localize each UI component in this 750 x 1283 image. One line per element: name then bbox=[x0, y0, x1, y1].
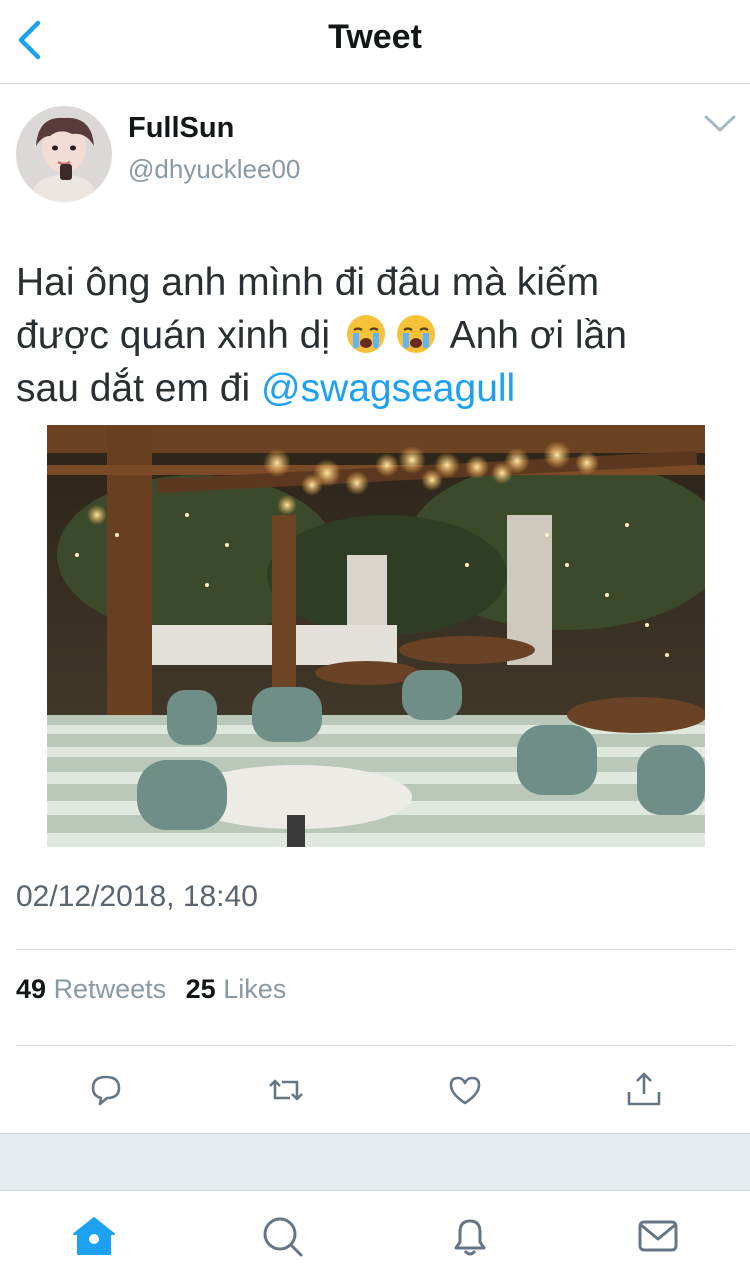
tweet-line-2a: được quán xinh dị bbox=[16, 314, 331, 357]
mention-link[interactable]: @swagseagull bbox=[261, 367, 515, 410]
retweets-stat[interactable]: 49 Retweets bbox=[16, 974, 166, 1004]
tweet-line-3: sau dắt em đi bbox=[16, 367, 251, 410]
likes-stat[interactable]: 25 Likes bbox=[186, 974, 287, 1004]
more-options-button[interactable] bbox=[700, 108, 740, 138]
messages-icon bbox=[638, 1220, 678, 1252]
author-name[interactable]: FullSun bbox=[128, 112, 234, 145]
tweet-text: Hai ông anh mình đi đâu mà kiếm được quá… bbox=[16, 256, 716, 415]
home-icon bbox=[73, 1217, 115, 1255]
avatar[interactable] bbox=[16, 106, 112, 202]
notifications-icon bbox=[454, 1219, 486, 1256]
like-button[interactable] bbox=[443, 1068, 487, 1112]
likes-count: 25 bbox=[185, 974, 216, 1004]
like-icon bbox=[449, 1076, 481, 1105]
retweet-button[interactable] bbox=[264, 1068, 308, 1112]
search-icon bbox=[263, 1217, 303, 1257]
tweet-line-1: Hai ông anh mình đi đâu mà kiếm bbox=[16, 261, 600, 304]
reply-button[interactable] bbox=[84, 1068, 128, 1112]
retweets-label: Retweets bbox=[53, 974, 167, 1004]
share-icon bbox=[627, 1072, 661, 1106]
retweet-icon bbox=[269, 1079, 303, 1101]
page-title: Tweet bbox=[328, 18, 422, 56]
navigation-bar: Tweet bbox=[0, 0, 750, 84]
tweet-stats: 49 Retweets 25 Likes bbox=[16, 974, 298, 1005]
divider bbox=[16, 1045, 734, 1046]
tweet-timestamp: 02/12/2018, 18:40 bbox=[16, 880, 258, 913]
divider bbox=[16, 949, 734, 950]
tab-search[interactable] bbox=[258, 1212, 306, 1260]
retweets-count: 49 bbox=[16, 974, 47, 1004]
tab-bar bbox=[0, 1192, 750, 1283]
tab-messages[interactable] bbox=[634, 1212, 682, 1260]
tweet-photo[interactable] bbox=[47, 425, 705, 847]
share-button[interactable] bbox=[622, 1068, 666, 1112]
tab-notifications[interactable] bbox=[446, 1212, 494, 1260]
chevron-down-icon bbox=[704, 115, 736, 132]
author-handle[interactable]: @dhyucklee00 bbox=[128, 154, 300, 185]
reply-icon bbox=[91, 1075, 121, 1106]
crying-face-emoji bbox=[345, 313, 387, 355]
reply-section-background bbox=[0, 1133, 750, 1191]
likes-label: Likes bbox=[223, 974, 287, 1004]
tab-home[interactable] bbox=[70, 1212, 118, 1260]
tweet-line-2b: Anh ơi lần bbox=[449, 314, 627, 357]
crying-face-emoji-2 bbox=[395, 313, 437, 355]
